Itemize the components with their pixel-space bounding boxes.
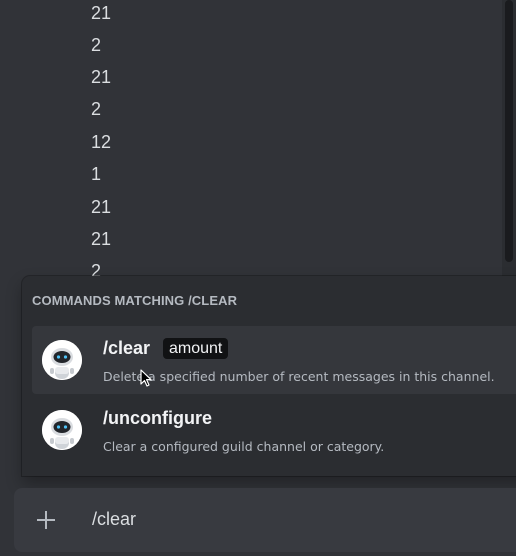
command-description: Clear a configured guild channel or cate…	[103, 439, 385, 454]
plus-icon[interactable]	[34, 508, 58, 532]
message-input[interactable]: /clear	[92, 509, 136, 530]
command-option-pill: amount	[163, 338, 229, 359]
message-text: 21	[91, 67, 112, 87]
message-list: 21 2 21 2 12 1 21 21 2	[0, 0, 500, 290]
command-option-clear[interactable]: /clear amount Delete a specified number …	[32, 326, 516, 394]
scrollbar-thumb[interactable]	[505, 0, 513, 262]
command-description: Delete a specified number of recent mess…	[103, 369, 495, 384]
message-text: 12	[91, 132, 112, 152]
command-autocomplete: COMMANDS MATCHING /CLEAR /clear amount D…	[22, 276, 516, 476]
autocomplete-header: COMMANDS MATCHING /CLEAR	[32, 293, 238, 308]
chat-window: 21 2 21 2 12 1 21 21 2 COMMANDS MATCHING…	[0, 0, 516, 556]
command-name: /clear	[103, 338, 151, 358]
robot-avatar-icon	[42, 410, 82, 450]
message-text: 21	[91, 3, 112, 23]
message-text: 2	[91, 99, 102, 119]
robot-avatar-icon	[42, 340, 82, 380]
command-option-unconfigure[interactable]: /unconfigure Clear a configured guild ch…	[32, 396, 516, 464]
message-text: 21	[91, 229, 112, 249]
message-composer[interactable]: /clear	[14, 488, 516, 552]
message-text: 1	[91, 164, 102, 184]
message-text: 2	[91, 35, 102, 55]
mouse-cursor-icon	[140, 369, 152, 387]
message-text: 21	[91, 197, 112, 217]
command-name: /unconfigure	[103, 408, 212, 428]
message-scrollbar[interactable]	[502, 0, 516, 278]
